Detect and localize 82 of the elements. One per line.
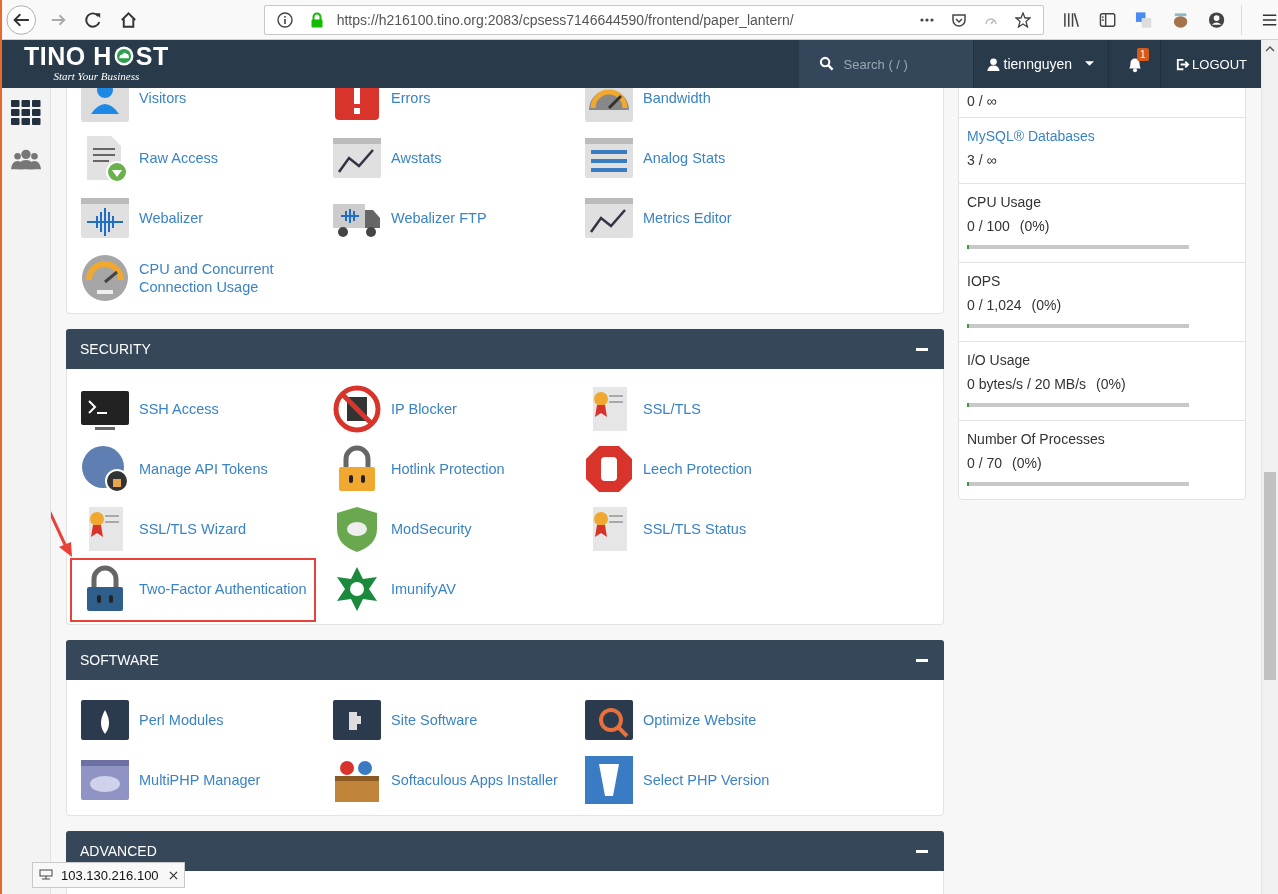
tool-link[interactable]: Perl Modules bbox=[139, 711, 224, 729]
stat-value: 3 / ∞ bbox=[967, 151, 997, 170]
tool-link[interactable]: Errors bbox=[391, 89, 431, 107]
account-icon[interactable] bbox=[1207, 10, 1225, 29]
stat-percent: (0%) bbox=[1096, 375, 1126, 394]
tool-link[interactable]: Site Software bbox=[391, 711, 478, 729]
section-title: SOFTWARE bbox=[80, 652, 159, 668]
sidebar-icon[interactable] bbox=[1099, 10, 1117, 29]
logo-tagline: Start Your Business bbox=[53, 70, 140, 82]
grid-icon[interactable] bbox=[11, 100, 41, 126]
info-icon[interactable] bbox=[276, 11, 293, 28]
section-header[interactable]: SOFTWARE bbox=[66, 640, 944, 680]
tool-link[interactable]: Analog Stats bbox=[643, 149, 726, 167]
stat-value: 0 / 100 bbox=[967, 217, 1010, 236]
home-button[interactable] bbox=[118, 9, 138, 30]
tool-link[interactable]: MultiPHP Manager bbox=[139, 771, 261, 789]
caret-icon bbox=[1085, 61, 1095, 67]
tool-link[interactable]: ModSecurity bbox=[391, 520, 472, 538]
tool-link[interactable]: Webalizer FTP bbox=[391, 209, 487, 227]
section-header[interactable]: ADVANCED bbox=[66, 831, 944, 871]
close-icon[interactable] bbox=[168, 870, 178, 880]
back-button[interactable] bbox=[6, 3, 37, 36]
pocket-icon[interactable] bbox=[951, 11, 968, 28]
tool-link[interactable]: Bandwidth bbox=[643, 89, 711, 107]
tool-link[interactable]: Optimize Website bbox=[643, 711, 757, 729]
logo-text: ST bbox=[135, 42, 169, 70]
prohibited-icon bbox=[333, 385, 381, 433]
section-title: ADVANCED bbox=[80, 843, 157, 859]
logo[interactable]: TINO H ST Start Your Business bbox=[24, 40, 169, 88]
tool-link[interactable]: CPU and Concurrent Connection Usage bbox=[139, 260, 319, 296]
tool-link[interactable]: Leech Protection bbox=[643, 460, 752, 478]
stat-value: 0 / 1,024 bbox=[967, 296, 1022, 315]
stat-label: Number Of Processes bbox=[967, 430, 1106, 449]
stat-value: 0 / ∞ bbox=[967, 92, 997, 111]
stat-link[interactable]: MySQL® Databases bbox=[967, 126, 1237, 146]
stat-percent: (0%) bbox=[1019, 217, 1050, 236]
stop-hand-icon bbox=[585, 445, 633, 493]
speedometer-icon bbox=[81, 254, 129, 302]
scroll-up-icon[interactable] bbox=[1265, 46, 1275, 52]
reload-button[interactable] bbox=[83, 9, 103, 30]
tool-link[interactable]: Visitors bbox=[139, 89, 187, 107]
section-title: SECURITY bbox=[80, 341, 151, 357]
network-icon bbox=[39, 869, 53, 881]
tool-link[interactable]: SSL/TLS Wizard bbox=[139, 520, 247, 538]
tool-link[interactable]: ImunifyAV bbox=[391, 580, 456, 598]
tool-link[interactable]: Softaculous Apps Installer bbox=[391, 771, 558, 789]
bookmark-star-icon[interactable] bbox=[1015, 11, 1032, 28]
tool-link[interactable]: Raw Access bbox=[139, 149, 218, 167]
address-bar[interactable]: https://h216100.tino.org:2083/cpsess7146644590/frontend/paper_lantern/ bbox=[263, 4, 1045, 35]
stat-label: I/O Usage bbox=[967, 351, 1032, 370]
api-icon bbox=[81, 445, 129, 493]
tool-link[interactable]: SSL/TLS Status bbox=[643, 520, 747, 538]
stat-value: 0 / 70 bbox=[967, 454, 1003, 473]
library-icon[interactable] bbox=[1063, 10, 1081, 29]
translate-icon[interactable] bbox=[1135, 10, 1153, 29]
tool-link[interactable]: Webalizer bbox=[139, 209, 204, 227]
stat-label: IOPS bbox=[967, 272, 1002, 291]
search-field[interactable]: Search ( / ) bbox=[798, 40, 973, 88]
tool-link[interactable]: Select PHP Version bbox=[643, 771, 770, 789]
extension-icon[interactable] bbox=[1171, 10, 1189, 29]
tool-link[interactable]: SSH Access bbox=[139, 400, 219, 418]
stat-percent: (0%) bbox=[1012, 454, 1042, 473]
notification-count: 1 bbox=[1137, 48, 1149, 61]
scrollbar-thumb[interactable] bbox=[1264, 472, 1276, 680]
search-icon bbox=[818, 56, 834, 71]
tool-link[interactable]: IP Blocker bbox=[391, 400, 457, 418]
logout-icon bbox=[1175, 56, 1191, 72]
scrollbar[interactable] bbox=[1261, 40, 1278, 894]
stat-percent: (0%) bbox=[1031, 296, 1062, 315]
section-header[interactable]: SECURITY bbox=[66, 329, 944, 369]
logo-text: TINO H bbox=[24, 42, 112, 70]
tool-link[interactable]: Awstats bbox=[391, 149, 442, 167]
tool-link[interactable]: Metrics Editor bbox=[643, 209, 732, 227]
tool-link[interactable]: Two-Factor Authentication bbox=[139, 580, 307, 598]
tool-link[interactable]: SSL/TLS bbox=[643, 400, 702, 418]
tool-link[interactable]: Manage API Tokens bbox=[139, 460, 268, 478]
stat-value: 0 bytes/s / 20 MB/s bbox=[967, 375, 1087, 394]
url-text: https://h216100.tino.org:2083/cpsess7146644590/frontend/paper_lantern/ bbox=[336, 11, 794, 28]
user-icon bbox=[985, 56, 1001, 72]
tool-link[interactable]: Hotlink Protection bbox=[391, 460, 505, 478]
stat-label: CPU Usage bbox=[967, 193, 1042, 212]
cloud-icon bbox=[112, 45, 135, 67]
